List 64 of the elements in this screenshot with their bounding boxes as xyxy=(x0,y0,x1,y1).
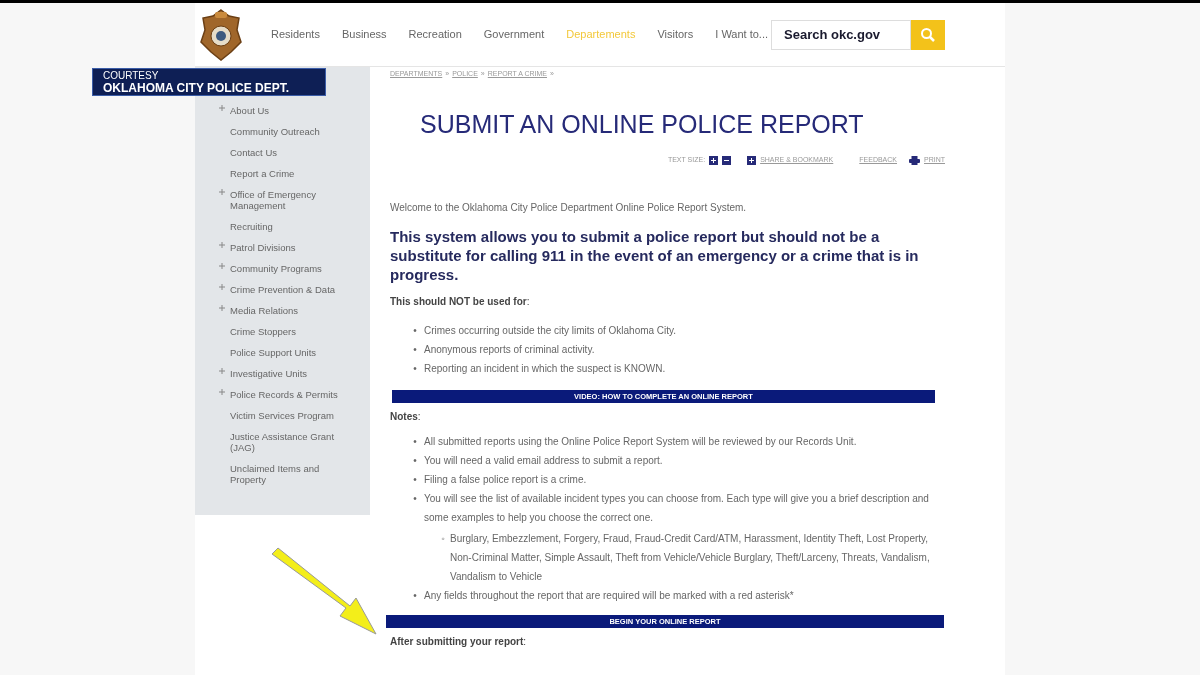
plus-icon xyxy=(219,305,225,311)
decrease-text-icon[interactable] xyxy=(722,155,732,165)
bullet: • xyxy=(412,453,418,468)
sidebar-link[interactable]: Media Relations xyxy=(230,305,340,316)
sidebar-link[interactable]: Report a Crime xyxy=(230,168,340,179)
welcome-text: Welcome to the Oklahoma City Police Department Online Police Report System. xyxy=(390,200,748,215)
list-item: Anonymous reports of criminal activity. xyxy=(424,342,595,357)
printer-icon xyxy=(909,155,920,165)
plus-icon xyxy=(219,263,225,269)
increase-text-icon[interactable] xyxy=(709,155,719,165)
bullet: • xyxy=(412,491,418,506)
sidebar-link[interactable]: Crime Prevention & Data xyxy=(230,284,340,295)
nav-link[interactable]: Business xyxy=(341,26,387,43)
list-item: Crimes occurring outside the city limits of Oklahoma City. xyxy=(424,323,677,338)
nav-link[interactable]: I Want to... xyxy=(715,26,769,43)
bullet: • xyxy=(412,588,418,603)
plus-icon xyxy=(219,368,225,374)
sidebar-link[interactable]: Investigative Units xyxy=(230,368,340,379)
nav-link[interactable]: Residents xyxy=(271,26,320,43)
plus-icon xyxy=(219,242,225,248)
sidebar-link[interactable]: Police Support Units xyxy=(230,347,340,358)
police-badge-logo[interactable] xyxy=(199,7,243,62)
sidebar-link[interactable]: Unclaimed Items and Property xyxy=(230,463,340,485)
sidebar-link[interactable]: Patrol Divisions xyxy=(230,242,340,253)
search-field[interactable]: Search okc.gov xyxy=(771,19,911,50)
bullet: • xyxy=(412,434,418,449)
notes-heading: Notes: xyxy=(390,409,422,424)
sidebar-link[interactable]: Community Outreach xyxy=(230,126,340,137)
sidebar-link[interactable]: Contact Us xyxy=(230,147,340,158)
plus-icon xyxy=(219,189,225,195)
plus-icon xyxy=(219,105,225,111)
caption-title: OKLAHOMA CITY POLICE DEPT. xyxy=(103,82,290,95)
incident-types-text: Burglary, Embezzlement, Forgery, Fraud, Fraud-Credit Card/ATM, Harassment, Identity Theft, Lost Property, Non-Criminal Matter, Simple Assault, Theft from Vehicle/Vehicle Burglary, Theft/Larceny, Threats, Vandalism, Vandalism to Vehicle xyxy=(450,531,931,584)
note-item: You will see the list of available incident types you can choose from. Each type will give you a brief description and some examples to help you choose the correct one. xyxy=(424,491,930,525)
note-item: Any fields throughout the report that are required will be marked with a red asterisk* xyxy=(424,588,794,603)
nav-link[interactable]: Visitors xyxy=(657,26,694,43)
sidebar-link[interactable]: Community Programs xyxy=(230,263,340,274)
nav-link[interactable]: Recreation xyxy=(408,26,462,43)
note-item: Filing a false police report is a crime. xyxy=(424,472,587,487)
bullet: • xyxy=(412,323,418,338)
bullet: • xyxy=(412,472,418,487)
plus-icon xyxy=(219,389,225,395)
not-used-heading: This should NOT be used for: xyxy=(390,294,531,309)
list-item: Reporting an incident in which the suspect is KNOWN. xyxy=(424,361,666,376)
after-heading: After submitting your report: xyxy=(390,635,528,649)
caption-label: COURTESY xyxy=(103,69,160,82)
search-icon xyxy=(920,26,936,43)
bullet: ◦ xyxy=(440,531,446,546)
sidebar-link[interactable]: Recruiting xyxy=(230,221,340,232)
notice-text: This system allows you to submit a police report but should not be a substitute for calling 911 in the event of an emergency or a crime that is in progress. xyxy=(390,226,920,284)
sidebar-link[interactable]: Justice Assistance Grant (JAG) xyxy=(230,431,340,453)
sidebar-link[interactable]: Crime Stoppers xyxy=(230,326,340,337)
plus-icon xyxy=(747,155,757,165)
bullet: • xyxy=(412,361,418,376)
sidebar-link[interactable]: Office of Emergency Management xyxy=(230,189,340,211)
sidebar-link[interactable]: Victim Services Program xyxy=(230,410,340,421)
note-item: All submitted reports using the Online Police Report System will be reviewed by our Records Unit. xyxy=(424,434,857,449)
note-item: You will need a valid email address to submit a report. xyxy=(424,453,663,468)
bullet: • xyxy=(412,342,418,357)
page-title: SUBMIT AN ONLINE POLICE REPORT xyxy=(420,108,865,140)
sidebar-link[interactable]: Police Records & Permits xyxy=(230,389,340,400)
sidebar-link[interactable]: About Us xyxy=(230,105,340,116)
nav-link[interactable]: Government xyxy=(483,26,545,43)
plus-icon xyxy=(219,284,225,290)
